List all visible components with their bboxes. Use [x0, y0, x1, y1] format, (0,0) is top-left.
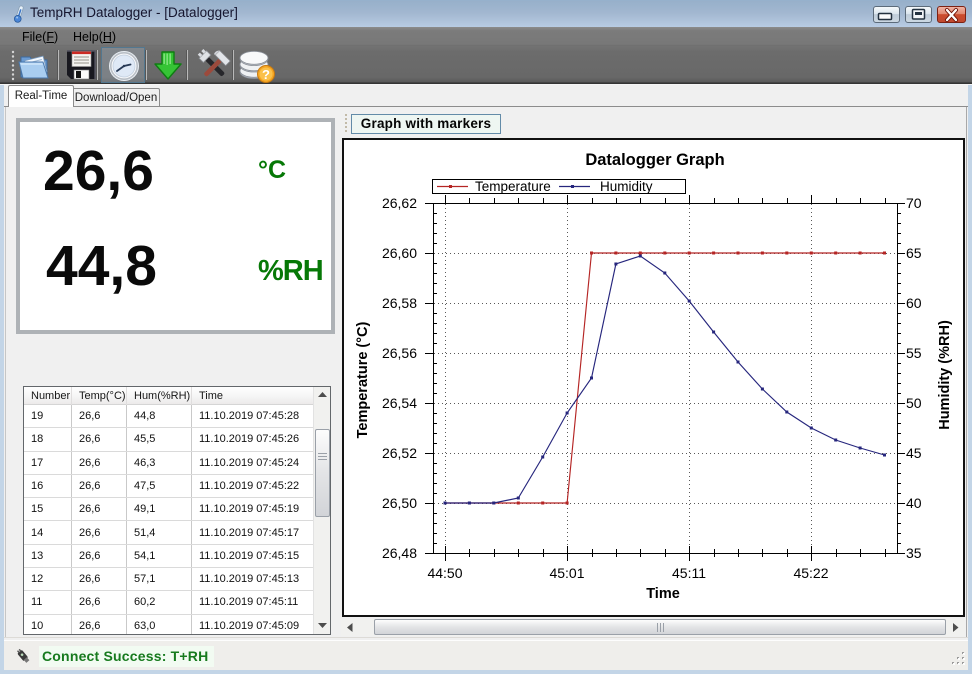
svg-text:45:22: 45:22	[793, 565, 828, 581]
svg-text:Datalogger Graph: Datalogger Graph	[585, 151, 724, 169]
svg-text:Temperature: Temperature	[475, 179, 551, 194]
svg-text:55: 55	[906, 345, 922, 361]
svg-text:26,58: 26,58	[382, 295, 417, 311]
svg-text:Humidity (%RH): Humidity (%RH)	[937, 320, 953, 430]
svg-text:45:11: 45:11	[672, 565, 706, 581]
svg-text:Humidity: Humidity	[600, 179, 653, 194]
svg-text:26,62: 26,62	[382, 195, 417, 211]
svg-text:Temperature (°C): Temperature (°C)	[355, 321, 371, 438]
svg-text:26,54: 26,54	[382, 395, 417, 411]
svg-text:26,50: 26,50	[382, 495, 417, 511]
svg-text:Time: Time	[646, 586, 680, 602]
svg-text:35: 35	[906, 545, 922, 561]
svg-text:26,48: 26,48	[382, 545, 417, 561]
svg-text:40: 40	[906, 495, 922, 511]
svg-text:45:01: 45:01	[549, 565, 584, 581]
svg-text:44:50: 44:50	[427, 565, 462, 581]
svg-text:45: 45	[906, 445, 922, 461]
svg-text:70: 70	[906, 195, 922, 211]
svg-text:50: 50	[906, 395, 922, 411]
svg-text:26,56: 26,56	[382, 345, 417, 361]
svg-text:65: 65	[906, 245, 922, 261]
svg-text:60: 60	[906, 295, 922, 311]
svg-text:26,60: 26,60	[382, 245, 417, 261]
svg-text:26,52: 26,52	[382, 445, 417, 461]
